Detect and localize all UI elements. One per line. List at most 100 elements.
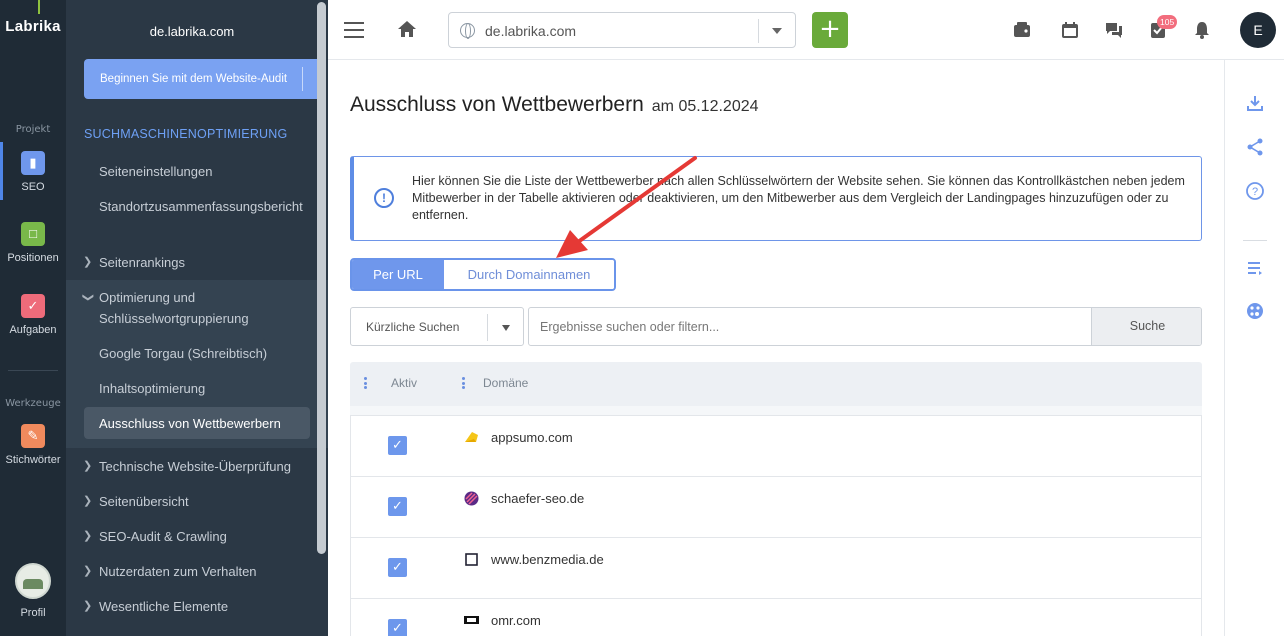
table-row: ✓ schaefer-seo.de (350, 477, 1202, 538)
sidebar-item-seiteneinstellungen[interactable]: Seiteneinstellungen (99, 161, 314, 182)
logo[interactable]: Labrika (0, 18, 66, 35)
search-input[interactable]: Ergebnisse suchen oder filtern... (540, 320, 719, 334)
column-menu-icon[interactable] (364, 377, 367, 389)
sidebar-item-nutzerdaten[interactable]: ❯ Nutzerdaten zum Verhalten (83, 561, 314, 582)
page-title-text: Ausschluss von Wettbewerbern (350, 93, 644, 116)
sidebar-item-ausschluss[interactable]: Ausschluss von Wettbewerbern (99, 413, 314, 434)
chevron-down-icon[interactable] (502, 325, 510, 331)
rail-item-aufgaben[interactable]: ✓ Aufgaben (0, 294, 66, 336)
chevron-right-icon: ❯ (83, 530, 93, 542)
rail-item-stichworter[interactable]: ✎ Stichwörter (0, 424, 66, 466)
svg-text:?: ? (1252, 186, 1258, 198)
square-favicon (465, 553, 478, 566)
hamburger-menu-icon[interactable] (344, 22, 364, 38)
rail-caption-project: Projekt (15, 124, 51, 135)
column-header-active[interactable]: Aktiv (391, 376, 417, 390)
search-button[interactable]: Suche (1091, 308, 1201, 345)
chevron-right-icon: ❯ (83, 600, 93, 612)
main-content: Ausschluss von Wettbewerbern am 05.12.202… (328, 60, 1224, 636)
rail-caption-tools: Werkzeuge (5, 398, 61, 409)
info-icon: ! (374, 188, 394, 208)
icon-rail: Labrika Projekt ▮ SEO □ Positionen ✓ Auf… (0, 0, 66, 636)
wallet-icon[interactable] (1012, 20, 1032, 40)
rail-item-label: SEO (21, 181, 45, 193)
chevron-right-icon: ❯ (83, 256, 93, 268)
sidebar-item-inhaltsoptimierung[interactable]: Inhaltsoptimierung (99, 378, 314, 399)
chat-icon[interactable] (1104, 20, 1124, 40)
domain-name: omr.com (491, 613, 541, 628)
table-header: Aktiv Domäne (350, 362, 1202, 406)
rail-item-positionen[interactable]: □ Positionen (0, 222, 66, 264)
sidebar-item-label: Wesentliche Elemente (99, 599, 229, 614)
domain-name: schaefer-seo.de (491, 491, 585, 506)
chart-icon: □ (21, 222, 45, 246)
key-icon: ✎ (21, 424, 45, 448)
annotation-arrow (556, 156, 697, 258)
active-checkbox[interactable]: ✓ (388, 558, 407, 577)
rail-item-label: Stichwörter (5, 454, 61, 466)
chevron-down-icon[interactable] (772, 28, 782, 34)
rail-item-profil[interactable]: Profil (0, 563, 66, 619)
rail-item-seo[interactable]: ▮ SEO (0, 151, 66, 193)
download-icon[interactable] (1245, 93, 1265, 113)
palette-icon[interactable] (1245, 301, 1265, 321)
omr-favicon (464, 616, 479, 624)
rail-item-label: Profil (20, 607, 46, 619)
sidebar-domain: de.labrika.com (149, 24, 235, 39)
top-bar: de.labrika.com + 105 E (328, 0, 1284, 60)
globe-icon (460, 23, 475, 39)
appsumo-favicon (465, 432, 478, 442)
clipboard-icon: ▮ (21, 151, 45, 175)
sidebar-item-label: Seitenübersicht (99, 494, 189, 509)
info-box: ! Hier können Sie die Liste der Wettbewe… (350, 156, 1202, 241)
tasks-count-badge: 105 (1157, 15, 1178, 29)
active-checkbox[interactable]: ✓ (388, 619, 407, 636)
page-title: Ausschluss von Wettbewerbern am 05.12.202… (350, 93, 759, 117)
sidebar-section-title: SUCHMASCHINENOPTIMIERUNG (84, 127, 288, 141)
start-audit-button[interactable]: Beginnen Sie mit dem Website-Audit (84, 59, 324, 99)
active-checkbox[interactable]: ✓ (388, 497, 407, 516)
right-rail-divider (1243, 240, 1267, 241)
sidebar-scrollbar[interactable] (317, 2, 326, 554)
table-filter-row (350, 406, 1202, 416)
add-project-button[interactable]: + (812, 12, 848, 48)
domain-name: www.benzmedia.de (491, 552, 604, 567)
sidebar-item-google-torgau[interactable]: Google Torgau (Schreibtisch) (99, 343, 314, 364)
sidebar-item-label: Optimierung und Schlüsselwortgruppierung (99, 290, 249, 326)
check-icon: ✓ (21, 294, 45, 318)
sidebar-item-optimierung[interactable]: ❯ Optimierung und Schlüsselwortgruppieru… (82, 287, 314, 329)
column-header-domain[interactable]: Domäne (483, 376, 528, 390)
logo-mark (38, 0, 40, 14)
sidebar-item-wesentliche-elemente[interactable]: ❯ Wesentliche Elemente (83, 596, 314, 617)
table-row: ✓ appsumo.com (350, 416, 1202, 477)
user-avatar[interactable]: E (1240, 12, 1276, 48)
sidebar-item-seitenrankings[interactable]: ❯ Seitenrankings (83, 252, 314, 273)
project-url-select[interactable]: de.labrika.com (448, 12, 796, 48)
rail-divider (8, 370, 58, 371)
bell-icon[interactable] (1192, 20, 1212, 40)
share-icon[interactable] (1245, 137, 1265, 157)
calendar-icon[interactable] (1060, 20, 1080, 40)
button-divider (302, 67, 303, 91)
recent-searches-select[interactable]: Kürzliche Suchen (350, 307, 524, 346)
sidebar-item-label: Nutzerdaten zum Verhalten (99, 564, 257, 579)
sidebar-item-standortbericht[interactable]: Standortzusammenfassungsbericht (99, 196, 309, 217)
sidebar-item-label: Seitenrankings (99, 255, 185, 270)
sidebar-item-seitenuebersicht[interactable]: ❯ Seitenübersicht (83, 491, 314, 512)
search-filter-bar: Ergebnisse suchen oder filtern... Suche (528, 307, 1202, 346)
project-url-value: de.labrika.com (485, 23, 577, 39)
home-icon[interactable] (396, 18, 418, 40)
list-icon[interactable] (1245, 258, 1265, 278)
column-menu-icon[interactable] (462, 377, 465, 389)
info-text: Hier können Sie die Liste der Wettbewerb… (412, 174, 1185, 222)
domain-name: appsumo.com (491, 430, 573, 445)
help-icon[interactable]: ? (1245, 181, 1265, 201)
chevron-right-icon: ❯ (83, 460, 93, 472)
sidebar-item-seo-audit[interactable]: ❯ SEO-Audit & Crawling (83, 526, 314, 547)
chevron-right-icon: ❯ (83, 565, 93, 577)
sidebar-item-technische-pruefung[interactable]: ❯ Technische Website-Überprüfung (83, 456, 314, 477)
chevron-right-icon: ❯ (83, 495, 93, 507)
toggle-per-url[interactable]: Per URL (352, 260, 444, 289)
active-checkbox[interactable]: ✓ (388, 436, 407, 455)
avatar (15, 563, 51, 599)
